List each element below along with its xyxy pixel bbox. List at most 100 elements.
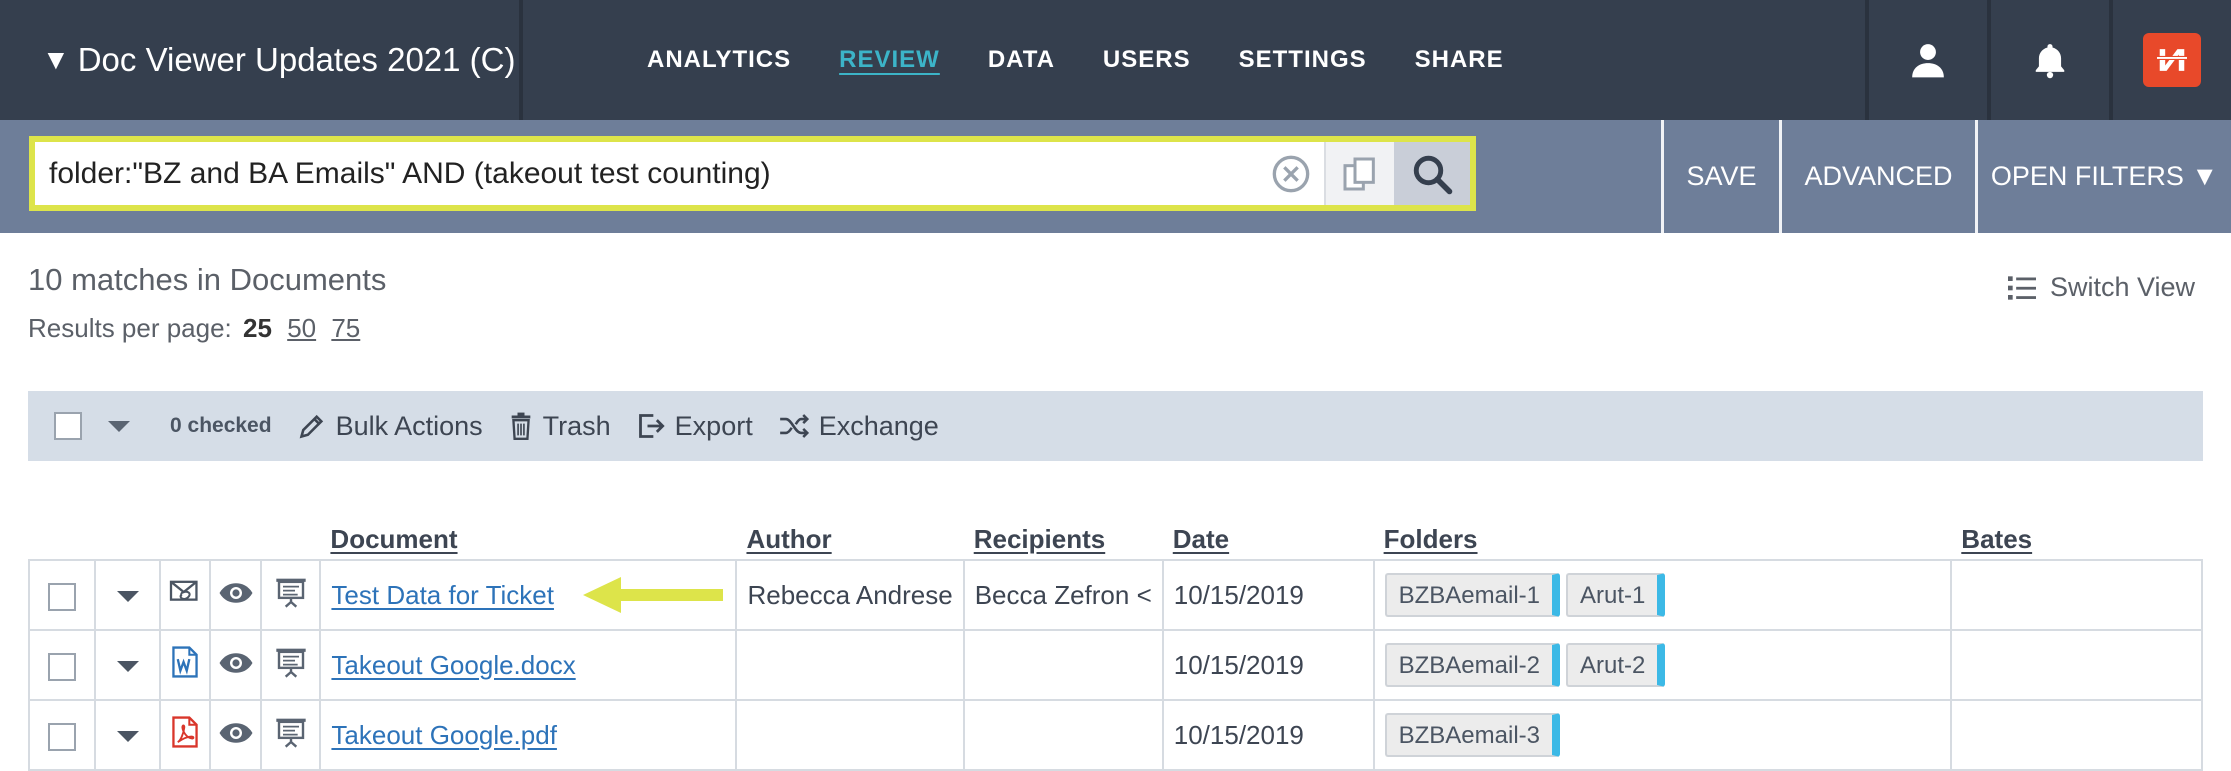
col-document[interactable]: Document xyxy=(320,514,736,560)
col-bates[interactable]: Bates xyxy=(1951,514,2202,560)
row-checkbox[interactable] xyxy=(48,582,77,611)
row-preview-cell xyxy=(209,699,262,771)
row-menu-caret-icon[interactable] xyxy=(116,731,139,743)
bulk-toolbar: 0 checked Bulk Actions Trash Export Exch… xyxy=(28,391,2203,461)
folder-tag[interactable]: BZBAemail-3 xyxy=(1384,713,1560,757)
author-cell: Rebecca Andrese xyxy=(735,559,965,631)
trash-label: Trash xyxy=(542,410,611,441)
row-menu-caret-icon[interactable] xyxy=(116,591,139,603)
main-nav: ANALYTICS REVIEW DATA USERS SETTINGS SHA… xyxy=(647,0,1552,120)
bates-cell xyxy=(1950,629,2203,701)
documents-table: Document Author Recipients Date Folders … xyxy=(27,514,2203,771)
open-filters-button[interactable]: OPEN FILTERS ▼ xyxy=(1975,120,2231,233)
folders-cell: BZBAemail-3 xyxy=(1372,699,1953,771)
table-row[interactable]: Takeout Google.docx 10/15/2019 BZBAemail… xyxy=(27,629,2203,701)
col-date[interactable]: Date xyxy=(1163,514,1374,560)
per-page-50[interactable]: 50 xyxy=(287,313,316,343)
per-page-25[interactable]: 25 xyxy=(243,313,272,343)
folders-cell: BZBAemail-2 Arut-2 xyxy=(1372,629,1953,701)
export-label: Export xyxy=(674,410,753,441)
project-caret-icon: ▼ xyxy=(42,44,70,75)
bell-icon xyxy=(2035,44,2065,79)
folder-tag[interactable]: Arut-2 xyxy=(1565,643,1666,687)
search-bar: SAVE ADVANCED OPEN FILTERS ▼ xyxy=(0,120,2231,233)
date-cell: 10/15/2019 xyxy=(1161,629,1375,701)
row-checkbox-cell xyxy=(27,699,97,771)
presentation-icon[interactable] xyxy=(274,716,308,748)
switch-view-label: Switch View xyxy=(2049,272,2195,302)
notifications-button[interactable] xyxy=(1987,0,2109,120)
export-icon xyxy=(638,414,665,438)
exchange-button[interactable]: Exchange xyxy=(779,411,939,442)
row-preview-cell xyxy=(209,559,262,631)
document-link[interactable]: Takeout Google.pdf xyxy=(331,720,557,750)
copy-icon xyxy=(1343,157,1375,190)
folders-cell: BZBAemail-1 Arut-1 xyxy=(1372,559,1953,631)
clear-search-button[interactable] xyxy=(1258,142,1324,205)
col-recipients[interactable]: Recipients xyxy=(964,514,1163,560)
row-preview-cell xyxy=(209,629,262,701)
date-cell: 10/15/2019 xyxy=(1161,699,1375,771)
pencil-icon xyxy=(299,414,323,439)
copy-search-button[interactable] xyxy=(1324,142,1394,205)
checked-count: 0 checked xyxy=(170,414,272,437)
switch-view-button[interactable]: Switch View xyxy=(2007,272,2195,303)
advanced-search-button[interactable]: ADVANCED xyxy=(1779,120,1975,233)
recipients-cell: Becca Zefron < xyxy=(962,559,1164,631)
table-row[interactable]: Takeout Google.pdf 10/15/2019 BZBAemail-… xyxy=(27,699,2203,771)
nav-users[interactable]: USERS xyxy=(1103,46,1191,74)
bates-cell xyxy=(1950,559,2203,631)
row-checkbox[interactable] xyxy=(48,652,77,681)
search-actions: SAVE ADVANCED OPEN FILTERS ▼ xyxy=(1661,120,2231,233)
trash-icon xyxy=(511,412,530,440)
clear-circle-icon xyxy=(1272,155,1310,192)
eye-icon[interactable] xyxy=(218,582,254,604)
document-link[interactable]: Takeout Google.docx xyxy=(331,650,575,680)
col-author[interactable]: Author xyxy=(736,514,963,560)
row-checkbox-cell xyxy=(27,629,97,701)
results-per-page: Results per page: 25 50 75 xyxy=(28,313,360,344)
row-checkbox[interactable] xyxy=(48,722,77,751)
exchange-label: Exchange xyxy=(818,410,939,441)
word-doc-icon xyxy=(172,645,199,678)
select-menu-caret-icon[interactable] xyxy=(108,420,130,432)
nav-analytics[interactable]: ANALYTICS xyxy=(647,46,791,74)
table-header-row: Document Author Recipients Date Folders … xyxy=(29,514,2202,560)
eye-icon[interactable] xyxy=(218,652,254,674)
project-title: Doc Viewer Updates 2021 (C) xyxy=(77,41,516,78)
table-row[interactable]: Test Data for Ticket Rebecca Andrese Bec… xyxy=(27,559,2203,631)
row-menu-caret-icon[interactable] xyxy=(116,661,139,673)
per-page-75[interactable]: 75 xyxy=(331,313,360,343)
nav-review[interactable]: REVIEW xyxy=(839,46,940,74)
nav-share[interactable]: SHARE xyxy=(1415,46,1504,74)
presentation-icon[interactable] xyxy=(274,646,308,678)
presentation-icon[interactable] xyxy=(274,576,308,608)
folder-tag[interactable]: BZBAemail-2 xyxy=(1384,643,1560,687)
nav-data[interactable]: DATA xyxy=(988,46,1055,74)
user-button[interactable] xyxy=(1865,0,1987,120)
row-type-cell xyxy=(159,559,212,631)
search-button[interactable] xyxy=(1394,142,1470,205)
annotation-arrow-icon xyxy=(583,577,723,613)
col-folders[interactable]: Folders xyxy=(1374,514,1952,560)
eye-icon[interactable] xyxy=(218,722,254,744)
row-menu-cell xyxy=(94,559,162,631)
recipients-cell xyxy=(962,629,1164,701)
nav-settings[interactable]: SETTINGS xyxy=(1239,46,1367,74)
header-spacer xyxy=(29,514,320,560)
select-all-checkbox[interactable] xyxy=(54,412,82,440)
bulk-actions-label: Bulk Actions xyxy=(335,410,483,441)
search-box-highlight xyxy=(29,136,1476,211)
app-logo-button[interactable] xyxy=(2109,0,2231,120)
bulk-actions-button[interactable]: Bulk Actions xyxy=(298,411,483,442)
document-link[interactable]: Test Data for Ticket xyxy=(331,580,554,610)
folder-tag[interactable]: BZBAemail-1 xyxy=(1384,573,1560,617)
email-attachment-icon xyxy=(170,580,198,601)
search-input[interactable] xyxy=(35,142,1258,205)
project-selector[interactable]: ▼ Doc Viewer Updates 2021 (C) xyxy=(0,0,523,120)
save-search-button[interactable]: SAVE xyxy=(1661,120,1779,233)
folder-tag[interactable]: Arut-1 xyxy=(1565,573,1666,617)
export-button[interactable]: Export xyxy=(637,411,753,442)
top-icon-group xyxy=(1865,0,2231,120)
trash-button[interactable]: Trash xyxy=(509,411,611,442)
